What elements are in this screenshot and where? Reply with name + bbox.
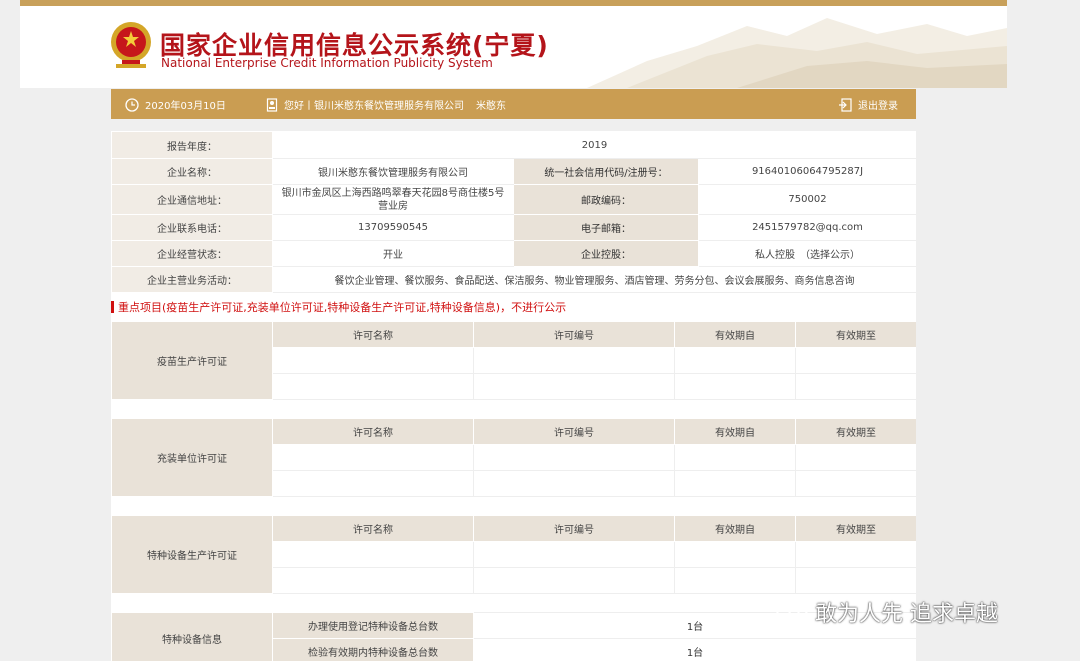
site-subtitle: National Enterprise Credit Information P… (161, 56, 493, 70)
wechat-watermark: 敢为人先 追求卓越 (775, 596, 998, 628)
permit-label: 疫苗生产许可证 (111, 321, 273, 400)
status-value: 开业 (272, 240, 514, 267)
logout-button[interactable]: 退出登录 (838, 97, 898, 112)
watermark-text: 敢为人先 追求卓越 (815, 602, 998, 627)
site-header: 国家企业信用信息公示系统(宁夏) National Enterprise Cre… (20, 6, 1007, 88)
col-permit-no: 许可编号 (473, 515, 675, 542)
col-permit-name: 许可名称 (272, 515, 474, 542)
col-valid-to: 有效期至 (795, 515, 916, 542)
business-value: 餐饮企业管理、餐饮服务、食品配送、保洁服务、物业管理服务、酒店管理、劳务分包、会… (272, 266, 916, 293)
date-display: 2020年03月10日 (125, 97, 226, 112)
logout-label[interactable]: 退出登录 (858, 97, 898, 112)
credit-code-label: 统一社会信用代码/注册号： (513, 158, 699, 185)
permit-table-filling: 充装单位许可证 许可名称 许可编号 有效期自 有效期至 (111, 418, 916, 497)
col-valid-to: 有效期至 (795, 418, 916, 445)
phone-label: 企业联系电话： (111, 214, 273, 241)
holding-label: 企业控股： (513, 240, 699, 267)
report-year-value: 2019 (272, 131, 916, 159)
permit-table-vaccine: 疫苗生产许可证 许可名称 许可编号 有效期自 有效期至 (111, 321, 916, 400)
user-bar: 2020年03月10日 您好丨银川米憨东餐饮管理服务有限公司 米憨东 退出登录 (111, 89, 916, 119)
key-items-title: 重点项目(疫苗生产许可证,充装单位许可证,特种设备生产许可证,特种设备信息)，不… (118, 301, 567, 314)
col-valid-from: 有效期自 (674, 321, 796, 348)
equipment-total-label: 办理使用登记特种设备总台数 (272, 612, 474, 639)
permit-table-special-equipment: 特种设备生产许可证 许可名称 许可编号 有效期自 有效期至 (111, 515, 916, 594)
address-value: 银川市金凤区上海西路鸣翠春天花园8号商住楼5号营业房 (272, 184, 514, 215)
col-valid-to: 有效期至 (795, 321, 916, 348)
equipment-valid-value: 1台 (473, 638, 916, 661)
greeting: 您好丨银川米憨东餐饮管理服务有限公司 米憨东 (266, 97, 506, 112)
col-permit-name: 许可名称 (272, 418, 474, 445)
mountain-decoration (587, 18, 1007, 88)
clock-icon (125, 97, 139, 112)
user-icon (266, 97, 278, 112)
company-name-value: 银川米憨东餐饮管理服务有限公司 (272, 158, 514, 185)
equipment-valid-label: 检验有效期内特种设备总台数 (272, 638, 474, 661)
col-valid-from: 有效期自 (674, 515, 796, 542)
date-text: 2020年03月10日 (145, 101, 226, 112)
report-year-label: 报告年度： (111, 131, 273, 159)
status-label: 企业经营状态： (111, 240, 273, 267)
col-permit-name: 许可名称 (272, 321, 474, 348)
postcode-label: 邮政编码： (513, 184, 699, 215)
email-value: 2451579782@qq.com (698, 214, 916, 241)
phone-value: 13709590545 (272, 214, 514, 241)
wechat-icon (776, 600, 808, 623)
postcode-value: 750002 (698, 184, 916, 215)
col-valid-from: 有效期自 (674, 418, 796, 445)
basic-info-table: 报告年度： 2019 企业名称： 银川米憨东餐饮管理服务有限公司 统一社会信用代… (111, 131, 916, 293)
logout-icon (839, 97, 852, 112)
col-permit-no: 许可编号 (473, 321, 675, 348)
credit-code-value: 91640106064795287J (698, 158, 916, 185)
national-emblem-icon (111, 22, 151, 68)
email-label: 电子邮箱： (513, 214, 699, 241)
permit-label: 充装单位许可证 (111, 418, 273, 497)
company-name-label: 企业名称： (111, 158, 273, 185)
col-permit-no: 许可编号 (473, 418, 675, 445)
equipment-label: 特种设备信息 (111, 612, 273, 661)
holding-value: 私人控股 （选择公示） (698, 240, 916, 267)
key-items-heading: 重点项目(疫苗生产许可证,充装单位许可证,特种设备生产许可证,特种设备信息)，不… (111, 293, 916, 321)
section-marker (111, 301, 114, 313)
business-label: 企业主营业务活动： (111, 266, 273, 293)
report-panel: 报告年度： 2019 企业名称： 银川米憨东餐饮管理服务有限公司 统一社会信用代… (111, 131, 916, 661)
greeting-text: 您好丨银川米憨东餐饮管理服务有限公司 (284, 101, 464, 112)
user-name[interactable]: 米憨东 (476, 97, 506, 112)
address-label: 企业通信地址： (111, 184, 273, 215)
permit-label: 特种设备生产许可证 (111, 515, 273, 594)
